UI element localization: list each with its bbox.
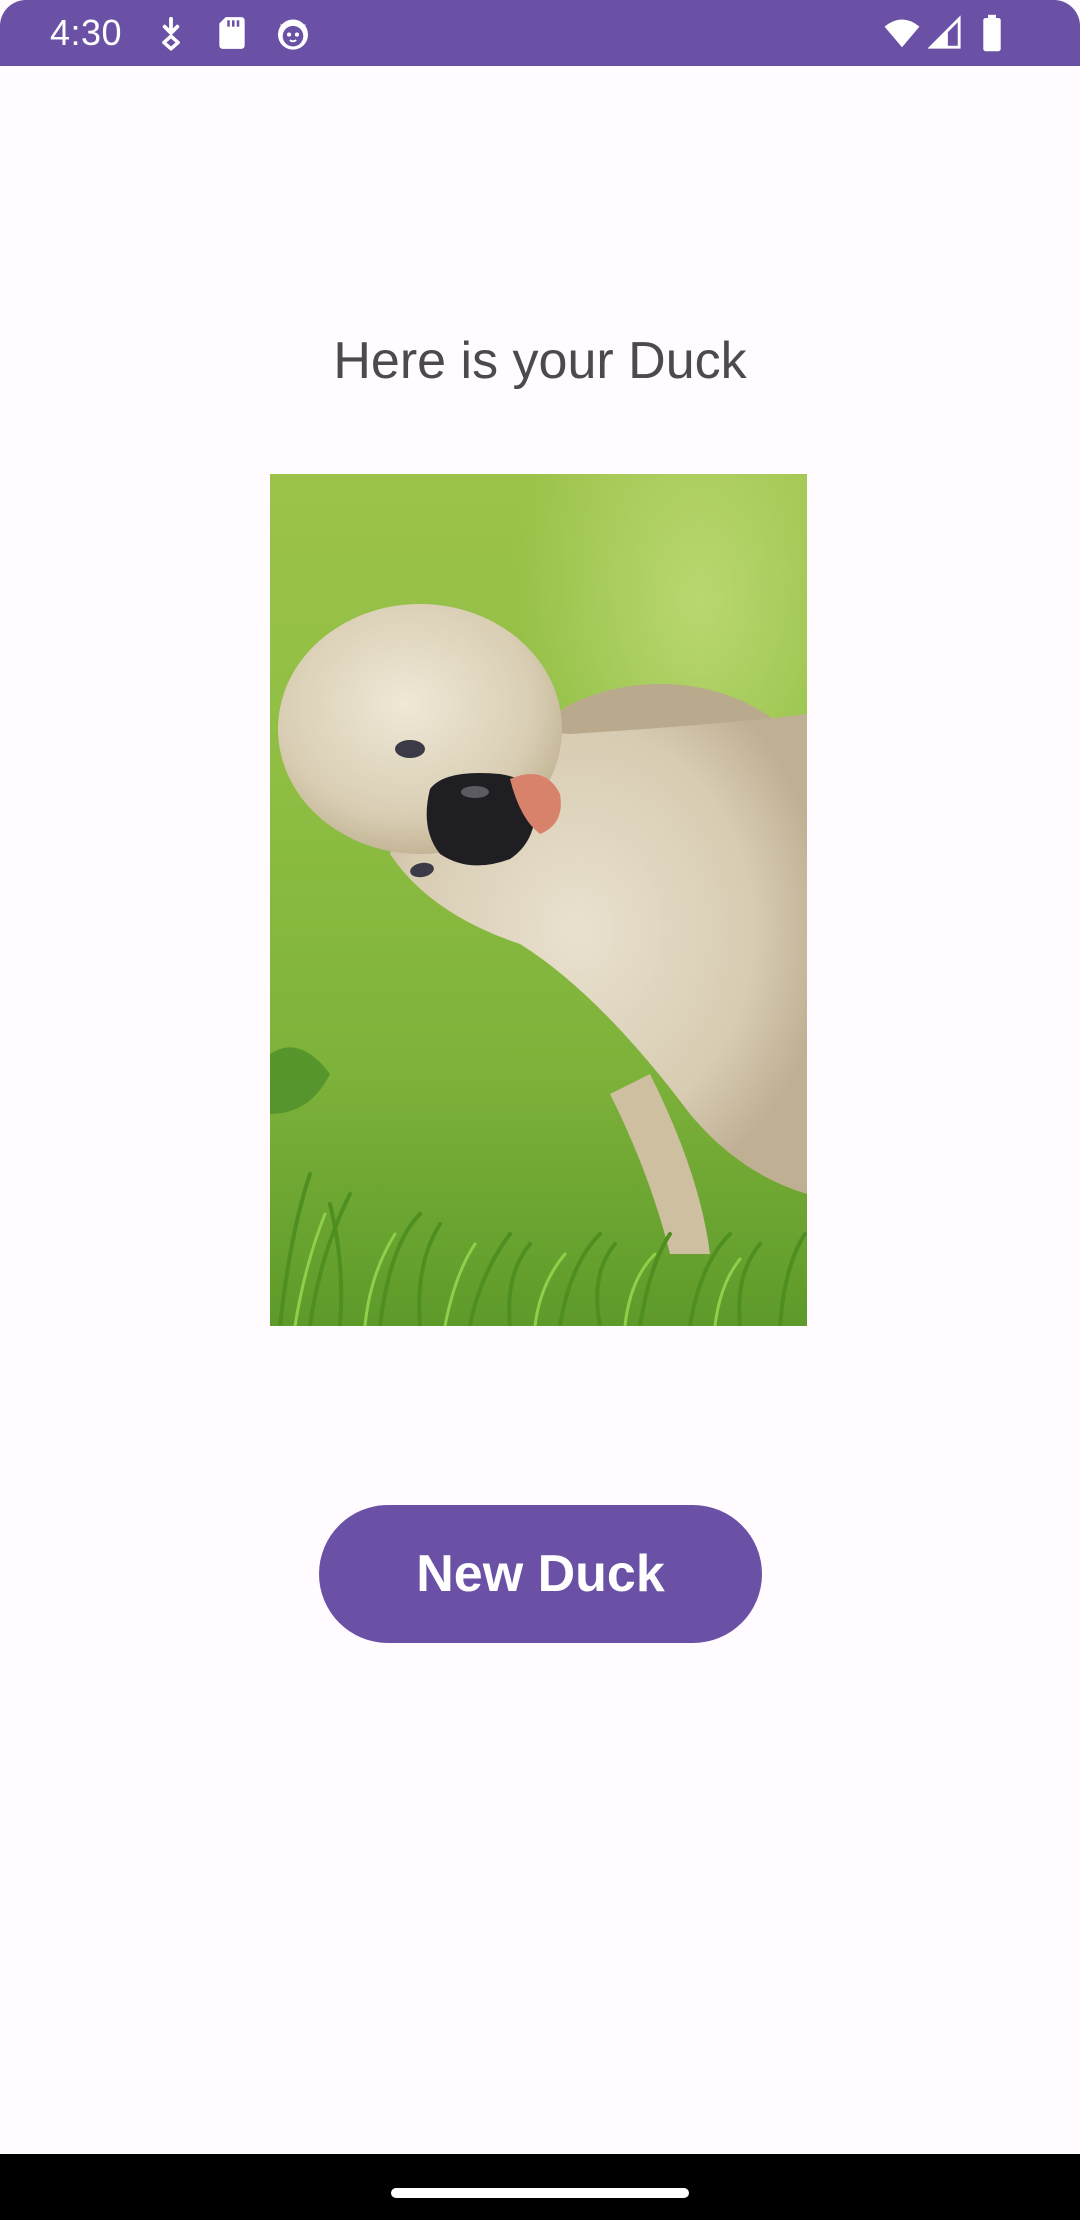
status-bar: 4:30 [0,0,1080,66]
navigation-bar [0,2154,1080,2220]
wifi-icon [882,14,922,52]
battery-icon [978,14,1006,52]
status-time: 4:30 [50,12,123,53]
home-handle[interactable] [391,2188,689,2198]
app-screen: 4:30 Here is your Duck New Duck [0,0,1080,2220]
duck-photo [270,474,807,1326]
new-duck-button[interactable]: New Duck [319,1505,762,1643]
cat-face-icon [274,14,312,52]
page-title: Here is your Duck [333,332,747,390]
sd-card-icon [213,14,251,52]
download-icon [152,14,190,52]
cellular-signal-icon [928,14,962,52]
